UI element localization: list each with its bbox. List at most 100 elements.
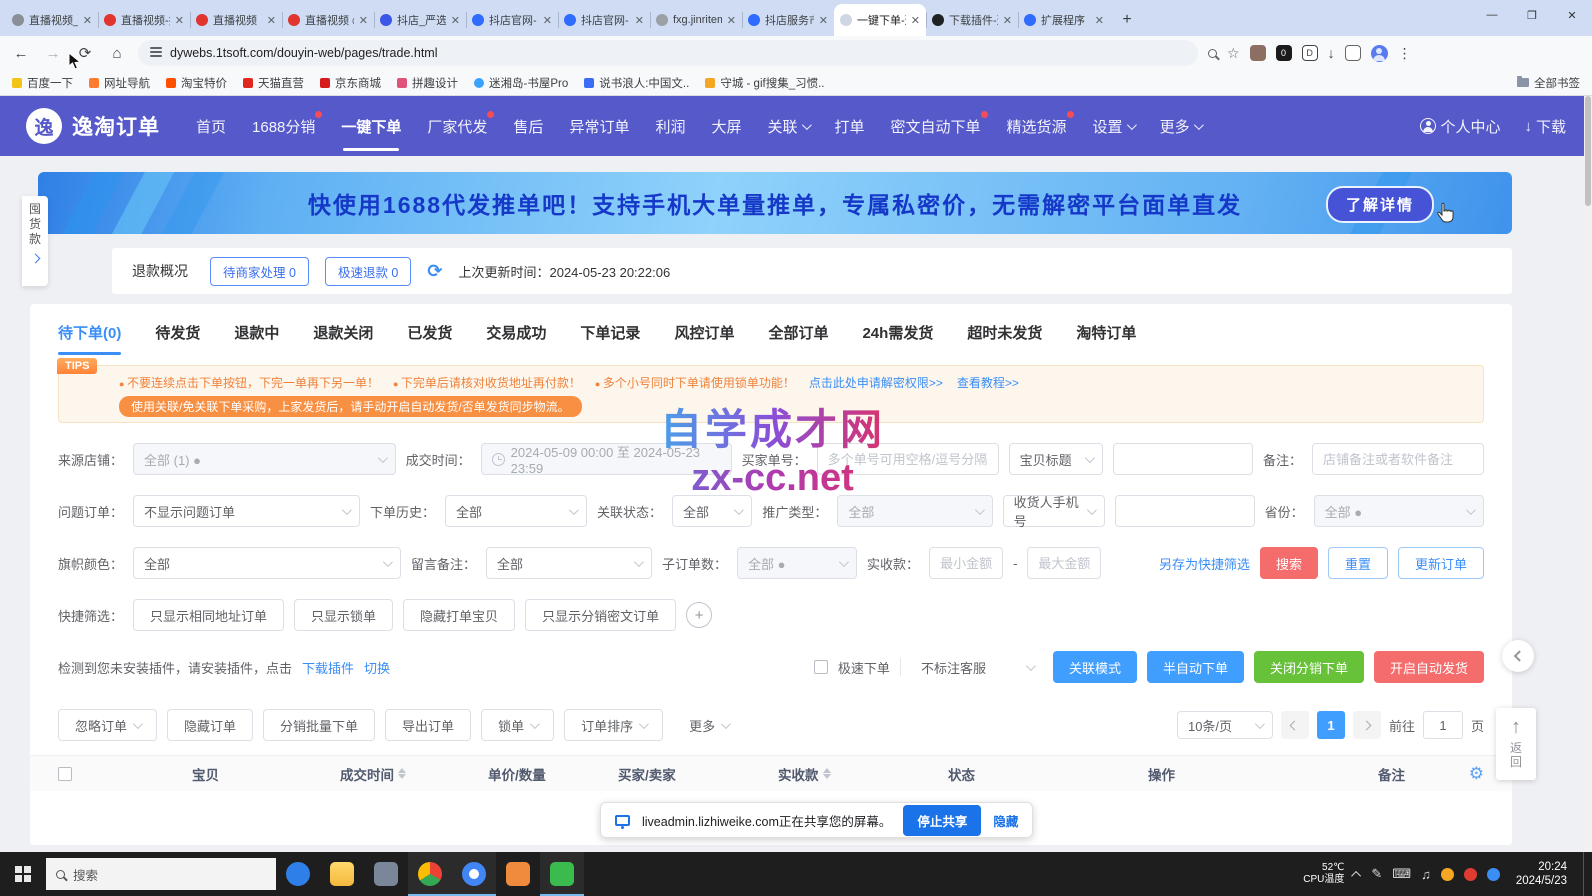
tab-close-icon[interactable]: ✕ [1003,14,1012,27]
browser-tab-active[interactable]: 一键下单-逸✕ [834,4,926,36]
start-button[interactable] [0,852,46,896]
bookmark-item[interactable]: 守城 - gif搜集_习惯.. [705,75,824,91]
prev-page-button[interactable] [1281,711,1309,739]
sub-order-select[interactable]: 全部 ● [737,547,857,579]
volume-icon[interactable]: ♫ [1421,867,1431,882]
tray-app-orange-icon[interactable] [1441,868,1454,881]
tab-shipped[interactable]: 已发货 [407,322,452,343]
col-paid[interactable]: 实收款 [778,764,948,784]
tab-close-icon[interactable]: ✕ [451,14,460,27]
taskbar-app-chrome-2[interactable] [452,852,496,896]
minimize-button[interactable]: — [1472,0,1512,30]
forward-button[interactable]: → [42,42,64,64]
reset-button[interactable]: 重置 [1328,547,1388,579]
bookmark-item[interactable]: 京东商城 [320,75,381,91]
col-deal-time[interactable]: 成交时间 [340,764,488,784]
tab-close-icon[interactable]: ✕ [635,14,644,27]
max-amount-input[interactable] [1027,547,1101,579]
close-button[interactable]: ✕ [1552,0,1592,30]
nav-cipher-auto-order[interactable]: 密文自动下单 [891,116,981,137]
close-fenxiao-order-button[interactable]: 关闭分销下单 [1254,651,1364,683]
service-mark-select[interactable]: 不标注客服 [911,651,1043,683]
sort-icon[interactable] [398,768,406,779]
nav-big-screen[interactable]: 大屏 [711,116,741,137]
tab-close-icon[interactable]: ✕ [1095,14,1104,27]
new-tab-button[interactable]: + [1114,7,1140,33]
tab-close-icon[interactable]: ✕ [911,14,920,27]
tab-taote-orders[interactable]: 淘特订单 [1076,322,1136,343]
browser-tab[interactable]: 抖店官网-丨✕ [466,4,558,36]
collapse-panel-button[interactable] [1502,640,1534,672]
nav-one-key-order[interactable]: 一键下单 [341,116,401,137]
decrypt-permission-link[interactable]: 点击此处申请解密权限>> [809,374,943,391]
relation-mode-button[interactable]: 关联模式 [1053,651,1137,683]
province-select[interactable]: 全部 ● [1314,495,1484,527]
taskbar-app-files[interactable] [496,852,540,896]
deal-time-range[interactable]: 2024-05-09 00:00 至 2024-05-23 23:59 [481,443,732,475]
nav-1688-fenxiao[interactable]: 1688分销 [252,116,315,137]
browser-tab[interactable]: 直播视频_三✕ [6,4,98,36]
item-title-select[interactable]: 宝贝标题 [1009,443,1103,475]
browser-tab[interactable]: 抖店官网-丨✕ [558,4,650,36]
refresh-icon[interactable]: ⟳ [427,261,442,282]
bookmark-item[interactable]: 迷湘岛-书屋Pro [474,75,568,91]
browser-tab[interactable]: 抖店服务市✕ [742,4,834,36]
note-input[interactable] [1312,443,1484,475]
more-actions-button[interactable]: 更多 [673,709,744,741]
side-panel-icon[interactable] [1345,45,1361,61]
taskbar-app-wechat[interactable] [540,852,584,896]
tab-all-orders[interactable]: 全部订单 [768,322,828,343]
quick-hide-printed[interactable]: 隐藏打单宝贝 [403,599,515,631]
flag-color-select[interactable]: 全部 [133,547,401,579]
bookmark-item[interactable]: 天猫直营 [243,75,304,91]
extension-dark-icon[interactable]: 0 [1276,45,1292,61]
browser-tab[interactable]: 扩展程序✕ [1018,4,1110,36]
quick-same-address[interactable]: 只显示相同地址订单 [133,599,284,631]
tab-order-records[interactable]: 下单记录 [580,322,640,343]
tab-to-ship[interactable]: 待发货 [155,322,200,343]
quick-cipher-only[interactable]: 只显示分销密文订单 [525,599,676,631]
min-amount-input[interactable] [929,547,1003,579]
quick-locked-only[interactable]: 只显示锁单 [294,599,393,631]
store-select[interactable]: 全部 (1) ● [133,443,396,475]
update-orders-button[interactable]: 更新订单 [1398,547,1484,579]
nav-settings[interactable]: 设置 [1093,116,1134,137]
back-button[interactable]: ← [10,42,32,64]
banner-cta-button[interactable]: 了解详情 [1326,186,1434,223]
select-all-checkbox[interactable] [58,767,72,781]
fast-refund-button[interactable]: 极速退款 0 [325,257,411,286]
tab-24h-ship[interactable]: 24h需发货 [862,322,933,343]
browser-tab[interactable]: 下载插件-逸✕ [926,4,1018,36]
tab-pending-order[interactable]: 待下单(0) [58,322,121,343]
site-info-icon[interactable] [150,47,162,59]
url-bar[interactable]: dywebs.1tsoft.com/douyin-web/pages/trade… [138,40,1198,66]
view-tutorial-link[interactable]: 查看教程>> [957,374,1019,391]
current-page[interactable]: 1 [1317,711,1345,739]
bookmark-item[interactable]: 网址导航 [89,75,150,91]
sort-icon[interactable] [823,768,831,779]
bookmark-item[interactable]: 淘宝特价 [166,75,227,91]
jump-page-input[interactable] [1423,711,1463,739]
col-item[interactable]: 宝贝 [192,764,340,784]
nav-profit[interactable]: 利润 [655,116,685,137]
download-plugin-link[interactable]: 下载插件 [302,658,354,677]
tab-risk-orders[interactable]: 风控订单 [674,322,734,343]
taskbar-app-explorer[interactable] [320,852,364,896]
taskbar-search[interactable]: 搜索 [46,858,276,890]
nav-home[interactable]: 首页 [196,116,226,137]
page-size-select[interactable]: 10条/页 [1177,711,1273,739]
bookmark-star-icon[interactable]: ☆ [1227,45,1240,62]
taskbar-app-messenger[interactable] [276,852,320,896]
nav-relation[interactable]: 关联 [767,116,808,137]
item-title-input[interactable] [1113,443,1253,475]
next-page-button[interactable] [1353,711,1381,739]
taskbar-app-chrome[interactable] [408,852,452,896]
receiver-phone-select[interactable]: 收货人手机号 [1003,495,1105,527]
fast-order-checkbox[interactable] [814,660,828,674]
app-logo[interactable]: 逸 逸淘订单 [26,108,160,144]
scrollbar-thumb[interactable] [1585,96,1591,206]
keyboard-icon[interactable]: ⌨ [1392,866,1411,882]
browser-tab[interactable]: fxg.jinritem✕ [650,4,742,36]
search-button[interactable]: 搜索 [1260,547,1318,579]
bookmark-item[interactable]: 百度一下 [12,75,73,91]
